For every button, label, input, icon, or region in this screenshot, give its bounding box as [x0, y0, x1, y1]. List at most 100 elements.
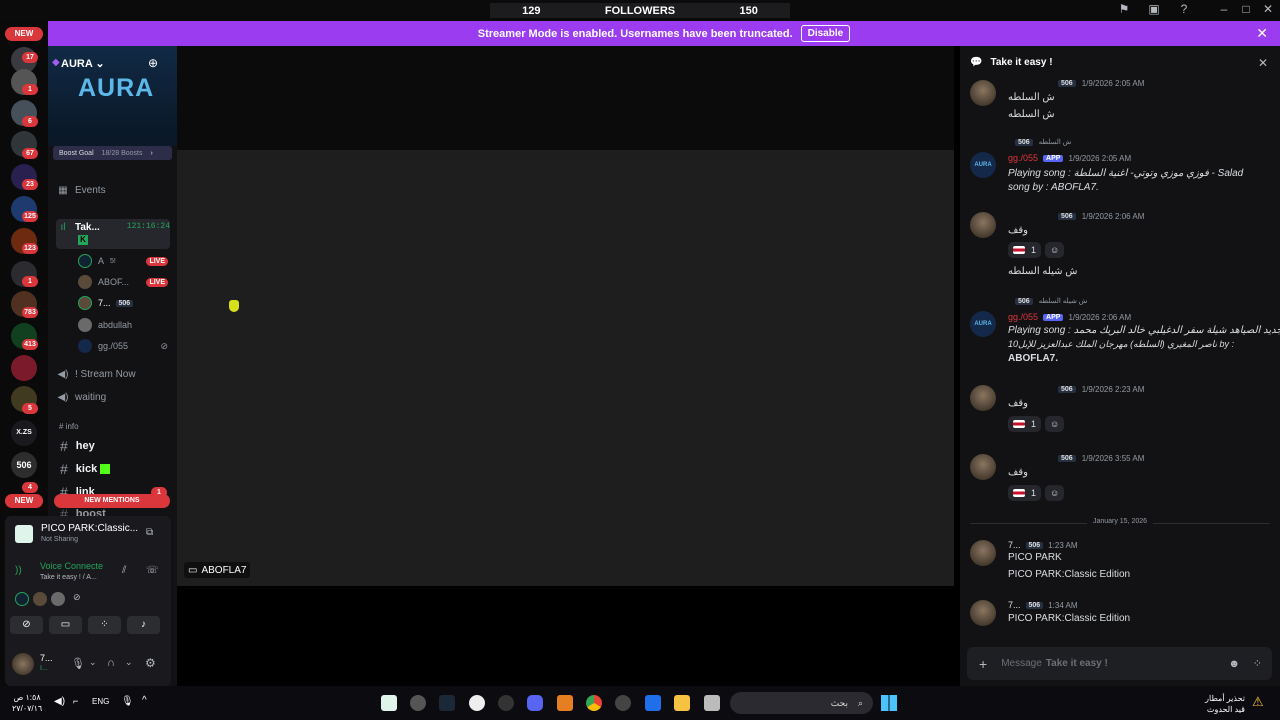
- volume-icon[interactable]: ◀): [54, 696, 65, 707]
- voice-user[interactable]: abdullah: [78, 316, 168, 334]
- voice-channel-name: Tak...: [75, 222, 100, 233]
- new-unreads-top[interactable]: NEW: [5, 27, 43, 41]
- add-member-icon[interactable]: ⊕: [148, 56, 158, 70]
- pico-park-taskbar-icon[interactable]: [381, 695, 397, 711]
- clock[interactable]: ١:٥٨ ص ٢٧/٠٧/١٦: [12, 692, 42, 714]
- windows-start-icon[interactable]: [881, 695, 897, 711]
- user-avatar[interactable]: [12, 653, 34, 675]
- apps-icon[interactable]: ⁘: [1253, 657, 1262, 670]
- app-taskbar-icon[interactable]: [615, 695, 631, 711]
- chat-message[interactable]: 506 1/9/2026 2:23 AM وقف 1 ☺: [970, 383, 1270, 438]
- chevron-right-icon: ›: [150, 149, 153, 157]
- maximize-button[interactable]: □: [1237, 2, 1255, 18]
- avatar: [33, 592, 47, 606]
- share-screen-icon[interactable]: ⧉: [146, 527, 153, 538]
- chrome-taskbar-icon[interactable]: [586, 695, 602, 711]
- voice-user[interactable]: A 5! LIVE: [78, 252, 168, 270]
- plus-icon[interactable]: +: [979, 656, 987, 672]
- settings-taskbar-icon[interactable]: [498, 695, 514, 711]
- close-chat-icon[interactable]: ✕: [1258, 56, 1268, 70]
- settings-gear-icon[interactable]: ⚙: [145, 656, 156, 670]
- reaction-flag[interactable]: 1: [1008, 485, 1042, 501]
- server-name-dropdown[interactable]: AURA ⌄: [61, 57, 105, 70]
- date-divider: January 15, 2026: [960, 518, 1280, 525]
- add-reaction-button[interactable]: ☺: [1045, 416, 1065, 432]
- text-channel-hey[interactable]: # hey: [60, 438, 95, 454]
- task-view-icon[interactable]: [704, 695, 720, 711]
- new-unreads-bottom[interactable]: NEW: [5, 494, 43, 508]
- server-banner[interactable]: ◆ AURA ⌄ ⊕ AURA: [48, 46, 177, 146]
- chevron-down-icon[interactable]: ⌄: [125, 657, 133, 668]
- network-icon[interactable]: ⌐: [73, 696, 78, 706]
- server-tag: 506: [1025, 601, 1044, 609]
- message-input[interactable]: + Message Take it easy ! ☻ ⁘: [967, 647, 1272, 680]
- chat-message[interactable]: 506 1/9/2026 3:55 AM وقف 1 ☺: [970, 452, 1270, 507]
- inbox-icon[interactable]: ▣: [1145, 2, 1163, 18]
- voice-user[interactable]: gg./055 ⊘: [78, 337, 168, 355]
- server-icon-11[interactable]: [11, 355, 37, 381]
- server-badge: 1: [22, 276, 38, 287]
- tray-expand-icon[interactable]: ^: [142, 695, 147, 706]
- search-icon: ⌕: [857, 697, 863, 708]
- add-reaction-button[interactable]: ☺: [1045, 242, 1065, 258]
- soundboard-button[interactable]: ♪: [127, 616, 160, 634]
- close-window-button[interactable]: ✕: [1259, 2, 1277, 18]
- camera-off-button[interactable]: ⊘: [10, 616, 43, 634]
- channel-name: hey: [75, 440, 95, 452]
- screen-share-button[interactable]: ▭: [49, 616, 82, 634]
- server-icon-xzs[interactable]: X.ZS: [11, 420, 37, 446]
- chat-bubble-icon: 💬: [970, 56, 983, 68]
- reply-preview[interactable]: 506 ش شيله السلطه: [1015, 297, 1087, 305]
- voice-channel-active[interactable]: ıl Tak... 121:16:24: [56, 219, 170, 249]
- voice-user[interactable]: ABOF... LIVE: [78, 273, 168, 291]
- emoji-icon[interactable]: ☻: [1228, 658, 1240, 670]
- disable-streamer-mode-button[interactable]: Disable: [800, 25, 851, 42]
- followers-left: 129: [522, 4, 541, 17]
- reply-preview[interactable]: 506 ش السلطه: [1015, 138, 1071, 146]
- chat-message-bot[interactable]: 506 ش السلطه AURA gg./055 APP 1/9/2026 2…: [970, 136, 1270, 196]
- app-taskbar-icon[interactable]: [469, 695, 485, 711]
- events-row[interactable]: ▦ Events: [56, 181, 170, 199]
- search-placeholder: بحث: [830, 697, 848, 708]
- noise-suppression-icon[interactable]: ⫽: [122, 565, 126, 576]
- flag-icon[interactable]: ⚑: [1115, 2, 1133, 18]
- server-icon-506[interactable]: 506: [11, 452, 37, 478]
- taskbar-search[interactable]: بحث ⌕: [730, 692, 873, 714]
- new-mentions-pill[interactable]: NEW MENTIONS: [54, 494, 170, 508]
- file-explorer-taskbar-icon[interactable]: [674, 695, 690, 711]
- help-icon[interactable]: ?: [1175, 2, 1193, 18]
- weather-notice[interactable]: تحذير أمطار قيد الحدوث: [1195, 693, 1245, 715]
- add-reaction-button[interactable]: ☺: [1045, 485, 1065, 501]
- voice-channel-stream-now[interactable]: ◀) ! Stream Now: [56, 365, 170, 383]
- mic-icon[interactable]: 🎙: [71, 657, 85, 670]
- cursor-hand-icon: [229, 300, 239, 312]
- flag-emoji-icon: [1013, 246, 1025, 254]
- discord-taskbar-icon[interactable]: [527, 695, 543, 711]
- mic-tray-icon[interactable]: 🎙: [121, 696, 134, 707]
- boost-goal-bar[interactable]: Boost Goal 18/28 Boosts ›: [53, 146, 172, 160]
- activity-icon[interactable]: ⊘: [73, 592, 81, 603]
- banner-close-icon[interactable]: ✕: [1256, 25, 1268, 42]
- chat-message-bot[interactable]: 506 ش شيله السلطه AURA gg./055 APP 1/9/2…: [970, 295, 1280, 370]
- stream-viewport[interactable]: [177, 150, 954, 586]
- disconnect-icon[interactable]: ☏: [146, 565, 159, 576]
- headphones-icon[interactable]: ∩: [107, 657, 115, 669]
- chat-message[interactable]: 506 1/9/2026 2:05 AM ش السلطه ش السلطه: [970, 78, 1270, 128]
- chat-message[interactable]: 506 1/9/2026 2:06 AM وقف 1 ☺ ش شيله السل…: [970, 210, 1270, 280]
- obs-taskbar-icon[interactable]: [410, 695, 426, 711]
- chat-message[interactable]: 7... 506 1:34 AM PICO PARK:Classic Editi…: [970, 598, 1270, 633]
- steam-taskbar-icon[interactable]: [439, 695, 455, 711]
- chat-message[interactable]: 7... 506 1:23 AM PICO PARK PICO PARK:Cla…: [970, 538, 1270, 588]
- app-taskbar-icon[interactable]: [557, 695, 573, 711]
- minimize-button[interactable]: –: [1215, 2, 1233, 18]
- text-channel-kick[interactable]: # kick: [60, 461, 111, 477]
- category-info[interactable]: # info: [59, 422, 79, 431]
- activities-button[interactable]: ⁘: [88, 616, 121, 634]
- voice-channel-waiting[interactable]: ◀) waiting: [56, 388, 170, 406]
- reaction-flag[interactable]: 1: [1008, 416, 1042, 432]
- chevron-down-icon[interactable]: ⌄: [89, 657, 97, 668]
- reaction-flag[interactable]: 1: [1008, 242, 1042, 258]
- store-taskbar-icon[interactable]: [645, 695, 661, 711]
- voice-user[interactable]: 7... 506: [78, 294, 168, 312]
- language-indicator[interactable]: ENG: [92, 697, 109, 706]
